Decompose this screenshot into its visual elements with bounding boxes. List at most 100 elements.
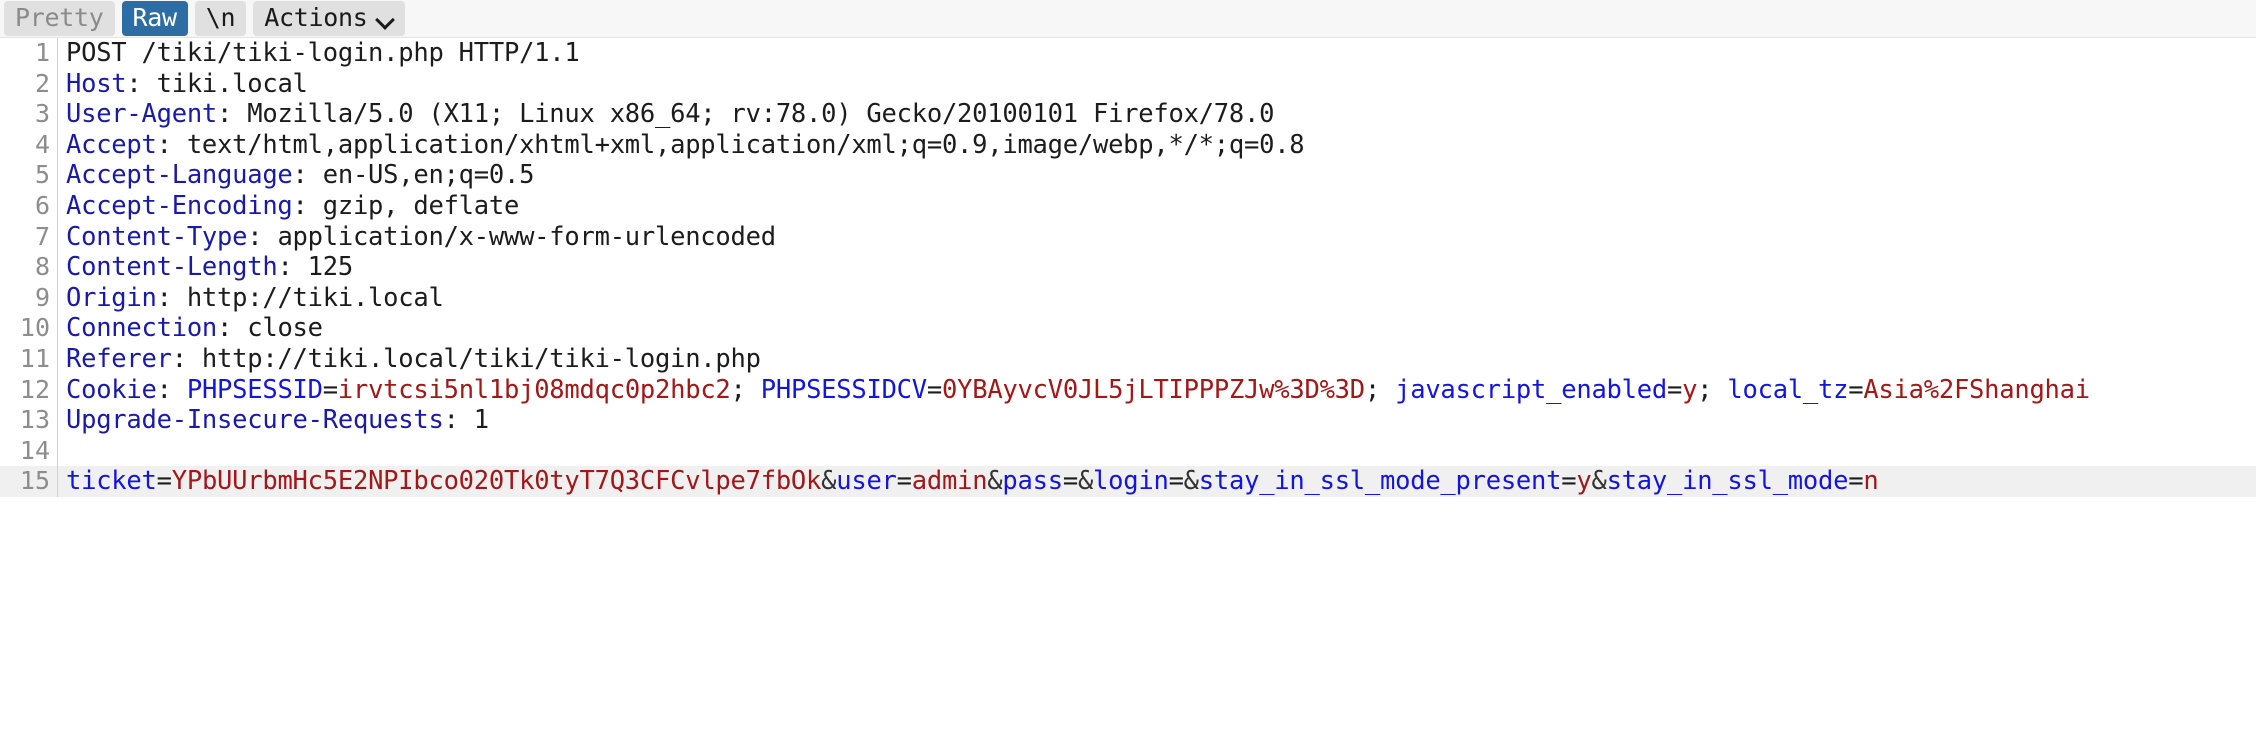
code-token: ; [730,374,761,405]
code-token: admin [911,466,988,497]
code-token: stay_in_ssl_mode_present [1198,466,1562,497]
code-token: Accept-Language [66,160,293,191]
code-line-content[interactable]: Origin: http://tiki.local [58,283,2256,314]
code-token: YPbUUrbmHc5E2NPIbco020Tk0tyT7Q3CFCvlpe7f… [171,466,822,497]
code-line[interactable]: 9 Origin: http://tiki.local [0,282,2256,314]
code-token: local_tz [1727,374,1849,405]
line-number: 2 [0,68,58,100]
line-number: 4 [0,129,58,161]
code-token: Cookie [66,374,157,405]
code-token: & [1591,466,1607,497]
line-number: 3 [0,99,58,130]
code-token: & [1183,466,1199,497]
code-line-content[interactable]: Accept-Encoding: gzip, deflate [58,191,2256,222]
raw-view-button[interactable]: Raw [121,1,188,36]
line-number: 9 [0,282,58,314]
code-token: User-Agent [66,99,218,130]
code-line[interactable]: 7 Content-Type: application/x-www-form-ur… [0,221,2256,253]
code-token: : tiki.local [126,68,308,99]
code-token: = [1062,466,1078,497]
code-line[interactable]: 12 Cookie: PHPSESSID=irvtcsi5nl1bj08mdqc0… [0,374,2256,406]
code-token: y [1682,374,1698,405]
code-token: : text/html,application/xhtml+xml,applic… [156,129,1305,160]
code-line[interactable]: 1 POST /tiki/tiki-login.php HTTP/1.1 [0,38,2256,69]
code-token: 0YBAyvcV0JL5jLTIPPPZJw%3D%3D [942,374,1365,405]
newline-toggle-button[interactable]: \n [194,1,247,36]
chevron-down-icon [377,13,394,24]
line-number: 11 [0,343,58,375]
code-line-content[interactable]: Cookie: PHPSESSID=irvtcsi5nl1bj08mdqc0p2… [58,375,2256,406]
code-line-content[interactable]: Connection: close [58,313,2256,344]
raw-request-editor[interactable]: 1 POST /tiki/tiki-login.php HTTP/1.1 2 Host… [0,38,2256,732]
line-number: 7 [0,221,58,253]
code-token: & [1077,466,1094,497]
code-token: n [1863,466,1879,497]
code-token: Content-Length [66,252,278,283]
code-token: Accept-Encoding [66,190,293,221]
code-line[interactable]: 8 Content-Length: 125 [0,252,2256,283]
actions-menu-label: Actions [264,3,368,32]
code-token: Origin [66,282,157,313]
code-line[interactable]: 4 Accept: text/html,application/xhtml+xml… [0,129,2256,161]
code-token: = [1848,374,1864,405]
code-token: Asia%2FShanghai [1863,374,2090,405]
code-token: = [896,466,912,497]
code-line[interactable]: 5 Accept-Language: en-US,en;q=0.5 [0,160,2256,191]
code-line-content[interactable]: Referer: http://tiki.local/tiki/tiki-log… [58,344,2256,375]
line-number: 10 [0,313,58,344]
code-token: = [1561,466,1577,497]
code-token: : en-US,en;q=0.5 [292,160,535,191]
code-token: pass [1002,466,1063,497]
code-line-content[interactable]: Host: tiki.local [58,69,2256,100]
code-token: Host [66,68,127,99]
code-line[interactable]: 2 Host: tiki.local [0,68,2256,100]
code-token: PHPSESSID [186,374,323,405]
code-token: = [926,374,943,405]
code-line-content[interactable]: Upgrade-Insecure-Requests: 1 [58,405,2256,436]
code-line[interactable]: 11 Referer: http://tiki.local/tiki/tiki-l… [0,343,2256,375]
code-line[interactable]: 10 Connection: close [0,313,2256,344]
code-line-content[interactable]: ticket=YPbUUrbmHc5E2NPIbco020Tk0tyT7Q3CF… [58,466,2256,497]
code-token: Referer [66,343,172,374]
code-line[interactable]: 14 [0,435,2256,467]
code-token: Accept [66,129,157,160]
code-token: = [1848,466,1864,497]
actions-menu-button[interactable]: Actions [253,1,405,36]
code-token: : close [217,313,323,344]
code-token: : Mozilla/5.0 (X11; Linux x86_64; rv:78.… [217,99,1275,130]
code-token: Content-Type [66,221,248,252]
code-line-content[interactable]: Accept: text/html,application/xhtml+xml,… [58,130,2256,161]
code-line-content[interactable]: Accept-Language: en-US,en;q=0.5 [58,160,2256,191]
code-token: Connection [66,313,218,344]
code-token: & [821,466,837,497]
code-token: y [1576,466,1592,497]
line-number: 14 [0,435,58,467]
code-token: = [156,466,172,497]
code-line-content[interactable]: User-Agent: Mozilla/5.0 (X11; Linux x86_… [58,99,2256,130]
line-number: 5 [0,160,58,191]
code-line[interactable]: 3 User-Agent: Mozilla/5.0 (X11; Linux x86… [0,99,2256,130]
code-token: : 1 [443,405,490,436]
code-line[interactable]: 15 ticket=YPbUUrbmHc5E2NPIbco020Tk0tyT7Q3… [0,466,2256,497]
line-number: 13 [0,405,58,436]
code-token: PHPSESSIDCV [760,374,927,405]
code-line[interactable]: 6 Accept-Encoding: gzip, deflate [0,190,2256,222]
code-token: & [987,466,1003,497]
line-number: 8 [0,252,58,283]
pretty-view-button[interactable]: Pretty [4,1,115,36]
code-line[interactable]: 13 Upgrade-Insecure-Requests: 1 [0,405,2256,436]
line-number: 12 [0,374,58,406]
code-token: POST /tiki/tiki-login.php HTTP/1.1 [66,38,580,68]
code-line-content[interactable]: Content-Length: 125 [58,252,2256,283]
code-line-content[interactable]: Content-Type: application/x-www-form-url… [58,222,2256,253]
code-token: = [1168,466,1184,497]
code-token: ticket [66,466,157,497]
code-token: = [322,374,338,405]
line-number: 15 [0,466,58,497]
code-line-content[interactable]: POST /tiki/tiki-login.php HTTP/1.1 [58,38,2256,69]
viewer-toolbar: Pretty Raw \n Actions [0,0,2256,38]
code-token: ; [1364,374,1396,405]
code-token: : [156,374,187,405]
code-token: : http://tiki.local/tiki/tiki-login.php [171,343,761,374]
code-token: ; [1697,374,1728,405]
